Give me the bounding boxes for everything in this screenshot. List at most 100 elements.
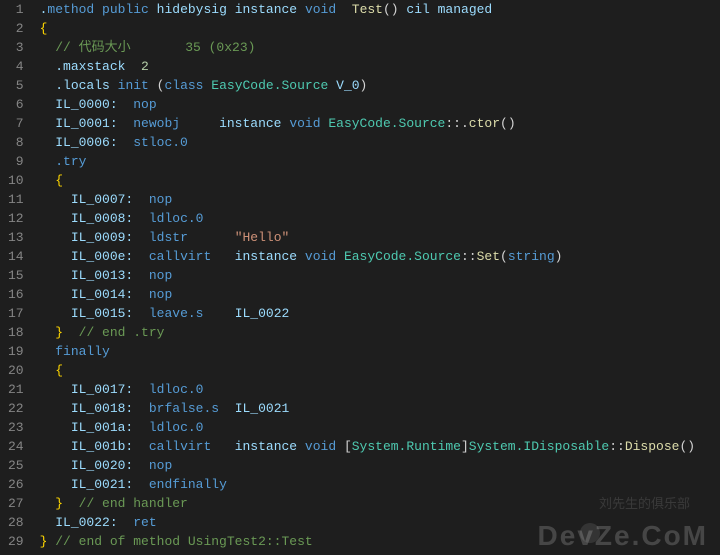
code-line[interactable]: } // end .try (40, 323, 720, 342)
code-token: IL_0006: (55, 135, 117, 150)
code-token: IL_0000: (55, 97, 117, 112)
code-token: IL_0009: (71, 230, 133, 245)
code-area[interactable]: .method public hidebysig instance void T… (36, 0, 720, 555)
line-number: 14 (8, 247, 24, 266)
code-line[interactable]: IL_0020: nop (40, 456, 720, 475)
line-number: 15 (8, 266, 24, 285)
code-token (40, 306, 71, 321)
code-line[interactable]: IL_001a: ldloc.0 (40, 418, 720, 437)
line-number: 7 (8, 114, 24, 133)
code-token (133, 211, 149, 226)
code-token (133, 382, 149, 397)
line-number: 25 (8, 456, 24, 475)
code-token: init (118, 78, 149, 93)
code-token: "Hello" (235, 230, 290, 245)
code-token (133, 420, 149, 435)
code-token (188, 230, 235, 245)
line-number: 5 (8, 76, 24, 95)
code-token (40, 40, 56, 55)
code-line[interactable]: } // end of method UsingTest2::Test (40, 532, 720, 551)
code-token: brfalse.s (149, 401, 219, 416)
code-line[interactable]: IL_0021: endfinally (40, 475, 720, 494)
line-number: 13 (8, 228, 24, 247)
code-line[interactable]: // 代码大小 35 (0x23) (40, 38, 720, 57)
code-token (133, 287, 149, 302)
code-line[interactable]: IL_0007: nop (40, 190, 720, 209)
code-token (40, 192, 71, 207)
code-line[interactable]: IL_000e: callvirt instance void EasyCode… (40, 247, 720, 266)
code-line[interactable]: } // end handler (40, 494, 720, 513)
code-token: EasyCode.Source (328, 116, 445, 131)
code-line[interactable]: IL_0006: stloc.0 (40, 133, 720, 152)
code-token (133, 268, 149, 283)
code-token: EasyCode.Source (344, 249, 461, 264)
code-token (40, 154, 56, 169)
code-token: IL_0007: (71, 192, 133, 207)
code-token: callvirt (149, 439, 211, 454)
code-line[interactable]: IL_001b: callvirt instance void [System.… (40, 437, 720, 456)
code-line[interactable]: IL_0022: ret (40, 513, 720, 532)
code-line[interactable]: IL_0014: nop (40, 285, 720, 304)
code-token: :: (445, 116, 461, 131)
code-token (133, 477, 149, 492)
code-token (40, 78, 56, 93)
code-token: ldloc.0 (149, 211, 204, 226)
line-number: 20 (8, 361, 24, 380)
code-token (211, 249, 234, 264)
code-token: ( (149, 78, 165, 93)
code-token: leave.s (149, 306, 204, 321)
code-token: cil managed (406, 2, 492, 17)
code-line[interactable]: IL_0008: ldloc.0 (40, 209, 720, 228)
code-token (40, 230, 71, 245)
code-token (133, 230, 149, 245)
code-line[interactable]: { (40, 361, 720, 380)
code-line[interactable]: .try (40, 152, 720, 171)
code-line[interactable]: { (40, 171, 720, 190)
code-token (40, 458, 71, 473)
code-token: IL_0018: (71, 401, 133, 416)
line-number: 6 (8, 95, 24, 114)
code-line[interactable]: IL_0009: ldstr "Hello" (40, 228, 720, 247)
code-token: [ (336, 439, 352, 454)
code-token: EasyCode.Source (211, 78, 328, 93)
code-token: void (305, 439, 336, 454)
code-line[interactable]: .method public hidebysig instance void T… (40, 0, 720, 19)
code-line[interactable]: .locals init (class EasyCode.Source V_0) (40, 76, 720, 95)
code-token: . (461, 116, 469, 131)
code-token: ctor (469, 116, 500, 131)
code-line[interactable]: finally (40, 342, 720, 361)
code-line[interactable]: IL_0001: newobj instance void EasyCode.S… (40, 114, 720, 133)
code-token: method (47, 2, 94, 17)
code-token (40, 211, 71, 226)
code-token: IL_0008: (71, 211, 133, 226)
code-token (118, 97, 134, 112)
code-token (40, 59, 56, 74)
code-token (40, 401, 71, 416)
line-number: 2 (8, 19, 24, 38)
code-token (211, 439, 234, 454)
code-line[interactable]: IL_0013: nop (40, 266, 720, 285)
line-number: 4 (8, 57, 24, 76)
code-token (133, 306, 149, 321)
code-editor[interactable]: 1234567891011121314151617181920212223242… (0, 0, 720, 555)
code-token (125, 59, 141, 74)
code-token: ret (133, 515, 156, 530)
code-token: IL_0022: (55, 515, 117, 530)
code-token (63, 496, 79, 511)
code-token: .maxstack (55, 59, 125, 74)
code-line[interactable]: IL_0015: leave.s IL_0022 (40, 304, 720, 323)
code-token (110, 78, 118, 93)
code-token: newobj (133, 116, 180, 131)
code-token: IL_0017: (71, 382, 133, 397)
code-token (180, 116, 219, 131)
line-number: 12 (8, 209, 24, 228)
code-line[interactable]: .maxstack 2 (40, 57, 720, 76)
code-line[interactable]: IL_0000: nop (40, 95, 720, 114)
code-line[interactable]: { (40, 19, 720, 38)
code-token: nop (133, 97, 156, 112)
code-token: stloc.0 (133, 135, 188, 150)
code-token (40, 325, 56, 340)
code-token: IL_001b: (71, 439, 133, 454)
code-line[interactable]: IL_0018: brfalse.s IL_0021 (40, 399, 720, 418)
code-line[interactable]: IL_0017: ldloc.0 (40, 380, 720, 399)
